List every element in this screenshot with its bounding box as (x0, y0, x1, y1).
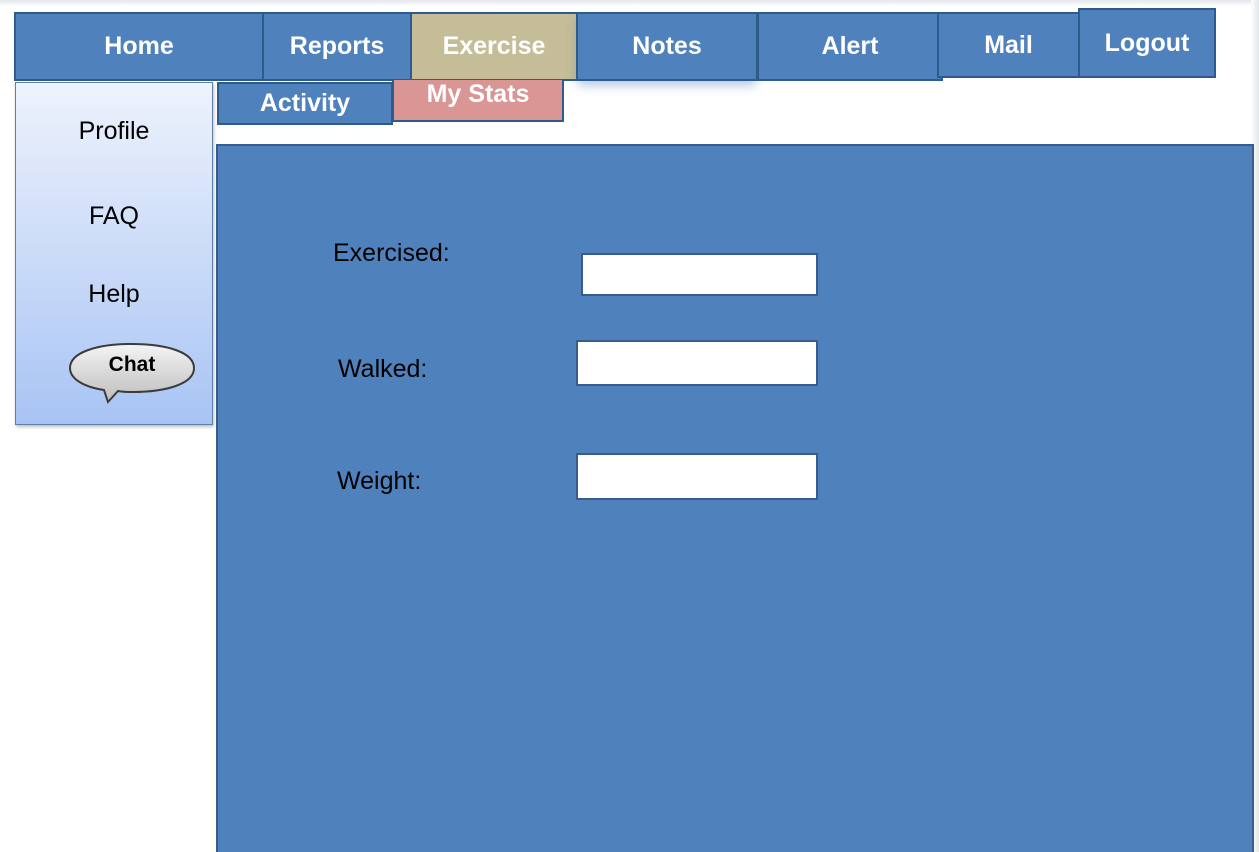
tab-logout[interactable]: Logout (1078, 8, 1216, 78)
weight-input[interactable] (576, 453, 818, 500)
subtab-my-stats[interactable]: My Stats (392, 80, 564, 122)
weight-label: Weight: (337, 467, 422, 495)
sidebar-item-faq[interactable]: FAQ (16, 202, 212, 231)
tab-exercise[interactable]: Exercise (410, 12, 578, 81)
tab-home[interactable]: Home (14, 12, 264, 81)
walked-input[interactable] (576, 340, 818, 386)
window-top-edge (0, 0, 1259, 6)
chat-label: Chat (108, 353, 156, 376)
tab-alert[interactable]: Alert (757, 12, 943, 81)
sidebar-item-help[interactable]: Help (16, 280, 212, 309)
sidebar-item-profile[interactable]: Profile (16, 117, 212, 146)
tab-reports[interactable]: Reports (262, 12, 412, 81)
chat-button[interactable]: Chat (68, 342, 196, 404)
tab-mail[interactable]: Mail (937, 12, 1080, 78)
subtab-activity[interactable]: Activity (217, 82, 393, 125)
exercised-input[interactable] (581, 253, 818, 296)
exercised-label: Exercised: (333, 239, 450, 267)
tab-notes[interactable]: Notes (576, 12, 758, 81)
walked-label: Walked: (338, 355, 428, 383)
